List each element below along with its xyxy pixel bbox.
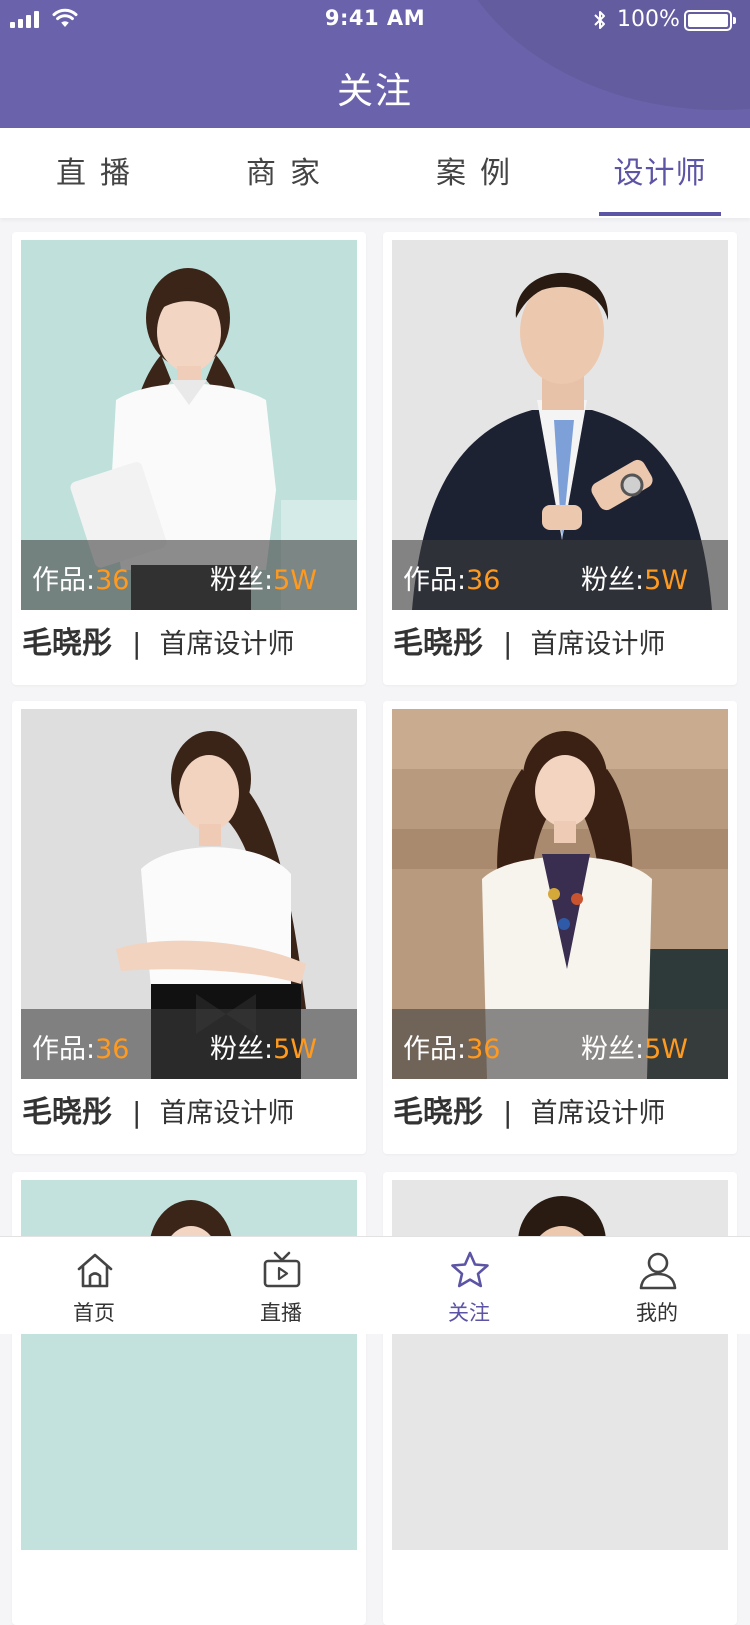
bottom-nav: 首页 直播 关注 我的 — [0, 1236, 750, 1334]
designer-role: 首席设计师 — [159, 629, 295, 660]
separator: | — [503, 1096, 513, 1129]
nav-live[interactable]: 直播 — [187, 1237, 375, 1335]
active-tab-indicator — [599, 212, 721, 216]
fans-count: 5W — [644, 565, 688, 596]
tab-live[interactable]: 直播 — [40, 128, 160, 218]
designer-role: 首席设计师 — [530, 629, 666, 660]
bluetooth-icon — [594, 11, 605, 29]
tab-bar: 直播 商家 案例 设计师 — [0, 128, 750, 218]
designer-info: 毛晓彤 | 首席设计师 — [393, 1093, 665, 1133]
works-count: 36 — [466, 565, 501, 596]
tv-icon — [263, 1251, 301, 1288]
star-icon — [451, 1251, 489, 1288]
header: 9:41 AM 100% 关注 — [0, 0, 750, 128]
works-count: 36 — [95, 1034, 130, 1065]
designer-photo: 作品:36 粉丝:5W — [21, 709, 357, 1079]
designer-name: 毛晓彤 — [393, 626, 483, 661]
works-label: 作品 — [32, 1034, 86, 1065]
designer-stats: 作品:36 粉丝:5W — [21, 1009, 357, 1079]
works-count: 36 — [466, 1034, 501, 1065]
user-icon — [639, 1252, 677, 1290]
battery-percentage: 100% — [617, 7, 680, 32]
fans-count: 5W — [273, 565, 317, 596]
designer-role: 首席设计师 — [159, 1098, 295, 1129]
tab-cases[interactable]: 案例 — [420, 128, 540, 218]
designer-stats: 作品:36 粉丝:5W — [21, 540, 357, 610]
separator: | — [132, 1096, 142, 1129]
nav-label: 直播 — [260, 1301, 302, 1325]
fans-count: 5W — [644, 1034, 688, 1065]
separator: | — [132, 627, 142, 660]
designer-card[interactable]: 作品:36 粉丝:5W 毛晓彤 | 首席设计师 — [383, 701, 737, 1154]
nav-home[interactable]: 首页 — [0, 1237, 188, 1335]
designer-card[interactable]: 作品:36 粉丝:5W 毛晓彤 | 首席设计师 — [12, 701, 366, 1154]
designer-name: 毛晓彤 — [22, 1095, 112, 1130]
works-label: 作品 — [403, 565, 457, 596]
nav-profile[interactable]: 我的 — [563, 1237, 750, 1335]
nav-following[interactable]: 关注 — [375, 1237, 563, 1335]
designer-photo: 作品:36 粉丝:5W — [21, 240, 357, 610]
designer-name: 毛晓彤 — [393, 1095, 483, 1130]
designer-photo: 作品:36 粉丝:5W — [392, 709, 728, 1079]
battery-icon — [684, 10, 736, 31]
tab-merchants[interactable]: 商家 — [230, 128, 350, 218]
nav-label: 首页 — [73, 1301, 115, 1325]
designer-name: 毛晓彤 — [22, 626, 112, 661]
works-label: 作品 — [403, 1034, 457, 1065]
fans-label: 粉丝 — [581, 565, 636, 596]
designer-card[interactable]: 作品:36 粉丝:5W 毛晓彤 | 首席设计师 — [12, 232, 366, 685]
status-bar: 9:41 AM 100% — [0, 0, 750, 40]
separator: | — [503, 627, 513, 660]
fans-label: 粉丝 — [581, 1034, 636, 1065]
designer-info: 毛晓彤 | 首席设计师 — [22, 624, 294, 664]
works-count: 36 — [95, 565, 130, 596]
works-label: 作品 — [32, 565, 86, 596]
page-title: 关注 — [336, 71, 413, 112]
fans-label: 粉丝 — [210, 1034, 265, 1065]
tab-designers[interactable]: 设计师 — [599, 128, 721, 218]
nav-label: 关注 — [448, 1301, 490, 1325]
designer-role: 首席设计师 — [530, 1098, 666, 1129]
designer-photo: 作品:36 粉丝:5W — [392, 240, 728, 610]
designer-stats: 作品:36 粉丝:5W — [392, 1009, 728, 1079]
home-icon — [77, 1253, 113, 1288]
fans-label: 粉丝 — [210, 565, 265, 596]
fans-count: 5W — [273, 1034, 317, 1065]
designer-stats: 作品:36 粉丝:5W — [392, 540, 728, 610]
designer-info: 毛晓彤 | 首席设计师 — [393, 624, 665, 664]
nav-label: 我的 — [636, 1301, 678, 1325]
designer-info: 毛晓彤 | 首席设计师 — [22, 1093, 294, 1133]
designer-card[interactable]: 作品:36 粉丝:5W 毛晓彤 | 首席设计师 — [383, 232, 737, 685]
